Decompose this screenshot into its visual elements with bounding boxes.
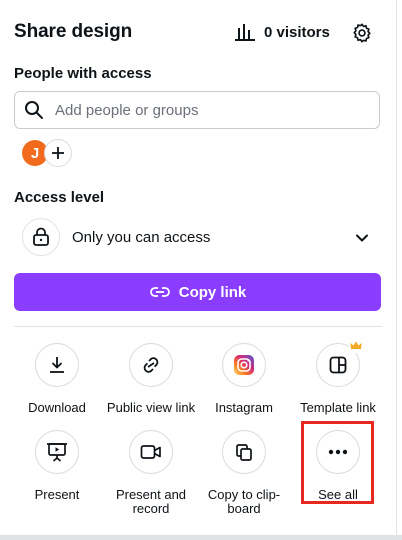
link-icon	[149, 287, 170, 297]
option-label: Download	[28, 400, 86, 415]
template-icon	[329, 356, 347, 374]
present-icon	[47, 443, 67, 462]
plus-icon	[52, 147, 64, 159]
premium-crown-icon	[349, 339, 363, 353]
search-icon	[25, 101, 43, 119]
present-circle	[35, 430, 79, 474]
option-see-all[interactable]: See all	[293, 430, 383, 502]
option-label: Present	[34, 487, 80, 502]
visitors-label: 0 visitors	[264, 23, 330, 41]
option-copy-to-clipboard[interactable]: Copy to clip-board	[199, 430, 289, 516]
template-circle	[316, 339, 363, 387]
copy-circle	[222, 430, 266, 474]
option-label: Template link	[300, 400, 376, 415]
people-access-label: People with access	[14, 65, 152, 82]
option-label: See all	[318, 487, 358, 502]
divider	[14, 326, 382, 327]
option-instagram[interactable]: Instagram	[199, 343, 289, 415]
record-circle	[129, 430, 173, 474]
visitors-button[interactable]: 0 visitors	[234, 16, 330, 48]
option-present[interactable]: Present	[12, 430, 102, 502]
copy-icon	[236, 444, 252, 461]
access-level-label: Access level	[14, 189, 105, 206]
link-icon	[143, 357, 159, 373]
option-label: Instagram	[215, 400, 273, 415]
video-camera-icon	[140, 445, 161, 459]
instagram-circle	[222, 343, 266, 387]
option-label: Present and record	[115, 487, 187, 516]
add-person-button[interactable]	[44, 139, 72, 167]
panel-title: Share design	[14, 21, 133, 42]
chevron-down-icon	[356, 234, 368, 242]
option-public-view-link[interactable]: Public view link	[106, 343, 196, 415]
lock-icon-wrap	[22, 218, 60, 256]
people-search-input[interactable]	[53, 100, 357, 120]
bar-chart-icon	[235, 24, 255, 41]
download-icon	[50, 357, 64, 373]
lock-icon	[33, 227, 49, 246]
settings-button[interactable]	[348, 19, 376, 47]
people-search[interactable]	[14, 91, 380, 129]
option-download[interactable]: Download	[12, 343, 102, 415]
see-all-circle	[316, 430, 360, 474]
instagram-icon	[234, 355, 254, 375]
gear-icon	[353, 23, 371, 43]
window-frame-bottom	[0, 535, 402, 540]
share-panel: Share design 0 visitors People with acce…	[0, 0, 397, 535]
more-dots-icon	[328, 449, 348, 455]
download-circle	[35, 343, 79, 387]
option-label: Public view link	[106, 400, 196, 415]
panel-header: Share design 0 visitors	[14, 16, 382, 48]
copy-link-label: Copy link	[178, 283, 247, 301]
option-present-and-record[interactable]: Present and record	[106, 430, 196, 516]
access-level-dropdown[interactable]: Only you can access	[14, 216, 382, 260]
public-link-circle	[129, 343, 173, 387]
option-template-link[interactable]: Template link	[293, 339, 383, 415]
copy-link-button[interactable]: Copy link	[14, 273, 381, 311]
access-level-value: Only you can access	[72, 229, 211, 246]
option-label: Copy to clip-board	[207, 487, 281, 516]
